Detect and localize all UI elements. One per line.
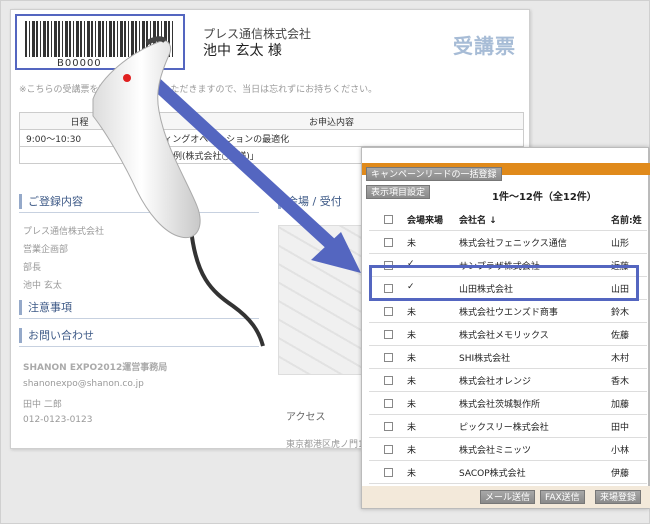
ticket-note: ※こちらの受講票を受付にてご提示いただきますので、当日は忘れずにお持ちください。 [19, 85, 378, 95]
row-name: 山形 [611, 239, 630, 249]
contact-person: 田中 二郎 [23, 400, 62, 410]
row-company[interactable]: 株式会社フェニックス通信 [459, 236, 567, 249]
schedule-content-line1: ケティングオペレーションの最適化 [139, 129, 524, 147]
row-checkbox[interactable] [384, 307, 393, 316]
row-checkbox[interactable] [384, 422, 393, 431]
row-attendance: 未 [407, 354, 417, 364]
row-attendance: 未 [407, 446, 417, 456]
contact-email: shanonexpo@shanon.co.jp [23, 379, 144, 389]
section-divider [19, 346, 259, 347]
highlighted-row-frame [369, 265, 639, 301]
row-checkbox[interactable] [384, 353, 393, 362]
contact-office: SHANON EXPO2012運営事務局 [23, 363, 168, 373]
attendee-list-panel: キャンペーンリードの一括登録 表示項目設定 1件～12件（全12件） 会場来場 … [361, 147, 650, 509]
campaign-bulk-register-button[interactable]: キャンペーンリードの一括登録 [366, 167, 502, 181]
row-company[interactable]: 株式会社ウエンズド商事 [459, 305, 558, 318]
action-bar: メール送信 FAX送信 来場登録 [362, 486, 650, 508]
row-company[interactable]: 株式会社茨城製作所 [459, 397, 540, 410]
row-attendance: 未 [407, 308, 417, 318]
table-row[interactable]: 未 株式会社フェニックス通信 山形 [369, 231, 647, 254]
row-company[interactable]: 株式会社ミニッツ [459, 443, 531, 456]
row-attendance: 未 [407, 400, 417, 410]
table-row[interactable]: 未 株式会社ミニッツ 小林 [369, 438, 647, 461]
visit-register-button[interactable]: 来場登録 [595, 490, 642, 504]
barcode-number: B00000 [57, 58, 102, 69]
header-attendance[interactable]: 会場来場 [407, 213, 443, 226]
row-checkbox[interactable] [384, 376, 393, 385]
section-divider [19, 318, 259, 319]
row-attendance: 未 [407, 331, 417, 341]
row-checkbox[interactable] [384, 468, 393, 477]
row-attendance: 未 [407, 469, 417, 479]
schedule-header-date: 日程 [19, 112, 140, 130]
ticket-attendee-name: 池中 玄太 様 [203, 43, 282, 59]
send-fax-button[interactable]: FAX送信 [540, 490, 585, 504]
row-company[interactable]: ピックスリー株式会社 [459, 420, 549, 433]
section-divider [19, 212, 259, 213]
table-row[interactable]: 未 SHI株式会社 木村 [369, 346, 647, 369]
row-checkbox[interactable] [384, 445, 393, 454]
row-name: 伊藤 [611, 469, 630, 479]
result-count: 1件～12件（全12件） [492, 192, 597, 203]
section-contact: お問い合わせ [19, 328, 94, 343]
row-attendance: 未 [407, 377, 417, 387]
table-row[interactable]: 未 株式会社メモリックス 佐藤 [369, 323, 647, 346]
row-checkbox[interactable] [384, 399, 393, 408]
reg-company: プレス通信株式会社 [23, 227, 105, 237]
row-company[interactable]: SACOP株式会社 [459, 466, 526, 479]
send-mail-button[interactable]: メール送信 [480, 490, 536, 504]
row-attendance: 未 [407, 239, 417, 249]
table-row[interactable]: 未 ピックスリー株式会社 田中 [369, 415, 647, 438]
contact-phone: 012-0123-0123 [23, 415, 93, 425]
table-row[interactable]: 未 株式会社茨城製作所 加藤 [369, 392, 647, 415]
schedule-empty-cell [19, 146, 140, 164]
row-name: 田中 [611, 423, 630, 433]
header-name[interactable]: 名前:姓 [611, 213, 642, 226]
select-all-checkbox[interactable] [384, 215, 393, 224]
venue-address: 東京都港区虎ノ門1- [286, 440, 367, 449]
reg-name: 池中 玄太 [23, 281, 62, 291]
section-venue: 会場 / 受付 [278, 194, 342, 209]
row-company[interactable]: 株式会社オレンジ [459, 374, 531, 387]
row-checkbox[interactable] [384, 238, 393, 247]
row-name: 小林 [611, 446, 630, 456]
table-row[interactable]: 未 SACOP株式会社 伊藤 [369, 461, 647, 484]
row-company[interactable]: 株式会社メモリックス [459, 328, 549, 341]
row-attendance: 未 [407, 423, 417, 433]
ticket-title: 受講票 [453, 34, 516, 58]
table-row[interactable]: 未 株式会社ウエンズド商事 鈴木 [369, 300, 647, 323]
attendee-table: 会場来場 会社名 ↓ 名前:姓 未株式会社フェニックス通信 山形 ✓ サンプラザ株式会… [369, 208, 647, 507]
barcode [25, 21, 175, 57]
row-checkbox[interactable] [384, 330, 393, 339]
schedule-header-content: お申込内容 [139, 112, 524, 130]
screenshot-frame: B00000 プレス通信株式会社 池中 玄太 様 受講票 ※こちらの受講票を受付… [0, 0, 650, 524]
section-registration: ご登録内容 [19, 194, 83, 209]
display-settings-button[interactable]: 表示項目設定 [366, 185, 431, 199]
reg-position: 部長 [23, 263, 42, 273]
row-name: 香木 [611, 377, 630, 387]
section-notes: 注意事項 [19, 300, 72, 315]
row-company[interactable]: SHI株式会社 [459, 351, 510, 364]
schedule-time: 9:00～10:30 [19, 129, 140, 147]
barcode-frame: B00000 [15, 14, 185, 70]
row-name: 鈴木 [611, 308, 630, 318]
table-row[interactable]: 未 株式会社オレンジ 香木 [369, 369, 647, 392]
access-label: アクセス [286, 412, 326, 423]
row-name: 佐藤 [611, 331, 630, 341]
table-header-row: 会場来場 会社名 ↓ 名前:姓 [369, 208, 647, 231]
header-company[interactable]: 会社名 ↓ [459, 213, 497, 226]
row-name: 加藤 [611, 400, 630, 410]
reg-department: 営業企画部 [23, 245, 69, 255]
row-name: 木村 [611, 354, 630, 364]
